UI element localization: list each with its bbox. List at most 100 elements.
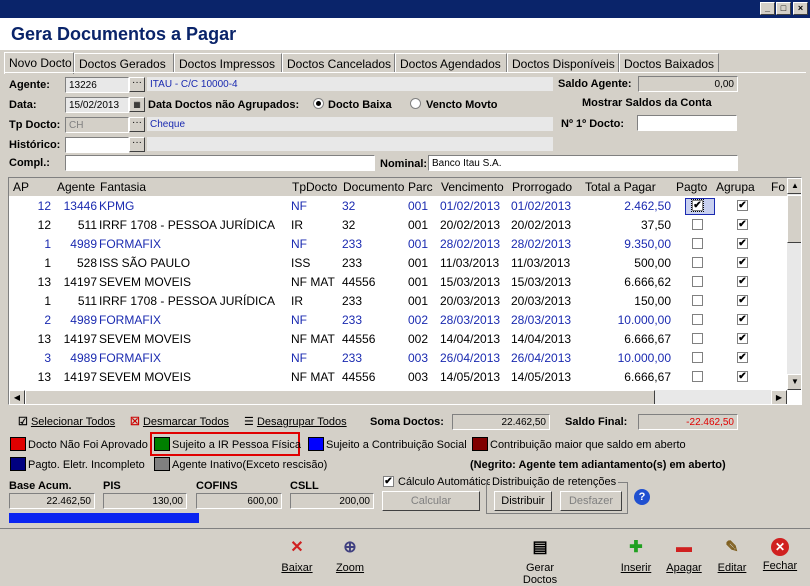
tab-doctos-gerados[interactable]: Doctos Gerados [74,53,174,73]
table-row[interactable]: 12 511 IRRF 1708 - PESSOA JURÍDICA IR 32 001 2… [9,216,787,235]
mostrar-saldos-link[interactable]: Mostrar Saldos da Conta [582,97,712,109]
desagrupar-todos-button[interactable]: ☰ Desagrupar Todos [244,415,347,428]
scroll-right-icon[interactable]: ▶ [771,390,787,404]
agrupa-checkbox[interactable]: ✔ [737,200,748,211]
document-icon: ▤ [532,539,548,556]
tpdocto-input[interactable]: CH [65,117,129,133]
distribuir-button[interactable]: Distribuir [494,491,552,511]
close-button[interactable]: × [793,2,808,15]
add-document-icon: ✚ [629,539,643,556]
col-ap[interactable]: AP [11,178,51,196]
col-vencimento[interactable]: Vencimento [439,178,509,196]
calendar-icon[interactable]: ▦ [129,97,145,112]
cell-ap: 1 [44,237,51,251]
agrupa-checkbox[interactable]: ✔ [737,219,748,230]
zoom-button[interactable]: ⊕ Zoom [330,538,370,574]
minimize-button[interactable]: _ [760,2,775,15]
pagto-checkbox[interactable] [692,314,703,325]
agente-lookup-button[interactable]: ··· [129,77,145,92]
table-row[interactable]: 13 14197 SEVEM MOVEIS NF MAT 44556 002 14/04/2… [9,330,787,349]
table-row[interactable]: 1 528 ISS SÃO PAULO ISS 233 001 11/03/2013 11/0… [9,254,787,273]
agrupa-checkbox[interactable]: ✔ [737,371,748,382]
agrupa-checkbox[interactable]: ✔ [737,333,748,344]
editar-button[interactable]: ✎ Editar [712,538,752,574]
grid-horizontal-scrollbar[interactable]: ◀ ▶ [9,390,787,404]
inserir-button[interactable]: ✚ Inserir [616,538,656,574]
documents-grid[interactable]: AP Agente Fantasia TpDocto Documento Par… [8,177,802,405]
tab-novo-docto[interactable]: Novo Docto [4,52,74,74]
primeiro-docto-input[interactable] [637,115,737,131]
scroll-down-icon[interactable]: ▼ [787,374,801,390]
historico-lookup-button[interactable]: ··· [129,137,145,152]
tab-doctos-disponiveis[interactable]: Doctos Disponíveis [507,53,619,73]
table-row[interactable]: 3 4989 FORMAFIX NF 233 003 26/04/2013 26/04/201… [9,349,787,368]
col-total[interactable]: Total a Pagar [583,178,675,196]
baixar-label: Baixar [281,562,313,574]
calcular-button[interactable]: Calcular [382,491,480,511]
tab-doctos-impressos[interactable]: Doctos Impressos [174,53,282,73]
calculo-automatico-checkbox[interactable]: ✔ [383,476,394,487]
baixar-button[interactable]: ✕ Baixar [277,538,317,574]
selecionar-todos-button[interactable]: ☑ Selecionar Todos [18,415,115,428]
saldo-agente-value: 0,00 [638,76,738,92]
scroll-left-icon[interactable]: ◀ [9,390,25,404]
col-pagto[interactable]: Pagto [674,178,710,196]
nominal-input[interactable]: Banco Itau S.A. [428,155,738,171]
base-label: Base Acum. [9,480,72,492]
radio-docto-baixa[interactable] [313,98,324,109]
help-icon[interactable]: ? [634,489,650,505]
agente-input[interactable]: 13226 [65,77,129,93]
table-row[interactable]: 1 511 IRRF 1708 - PESSOA JURÍDICA IR 233 001 2… [9,292,787,311]
table-row[interactable]: 1 4989 FORMAFIX NF 233 001 28/02/2013 28/02/201… [9,235,787,254]
cell-parc: 003 [408,370,429,384]
agrupa-checkbox[interactable]: ✔ [737,257,748,268]
hscroll-thumb[interactable] [25,390,655,404]
desmarcar-todos-button[interactable]: ☒ Desmarcar Todos [130,415,229,428]
agrupa-checkbox[interactable]: ✔ [737,352,748,363]
col-parc[interactable]: Parc [406,178,436,196]
agrupa-checkbox[interactable]: ✔ [737,295,748,306]
fechar-button[interactable]: ✕ Fechar [760,538,800,572]
table-row[interactable]: 12 13446 KPMG NF 32 001 01/02/2013 01/02/2013 2.… [9,197,787,216]
table-row[interactable]: 13 14197 SEVEM MOVEIS NF MAT 44556 003 14/05/2… [9,368,787,387]
col-agente[interactable]: Agente [55,178,99,196]
table-row[interactable]: 13 14197 SEVEM MOVEIS NF MAT 44556 001 15/03/2… [9,273,787,292]
tab-doctos-agendados[interactable]: Doctos Agendados [395,53,507,73]
grid-vertical-scrollbar[interactable]: ▲ ▼ [787,178,801,390]
desfazer-button[interactable]: Desfazer [560,491,622,511]
pagto-checkbox[interactable] [692,238,703,249]
col-tpdocto[interactable]: TpDocto [290,178,340,196]
gerar-doctos-button[interactable]: ▤ Gerar Doctos [520,538,560,586]
radio-vencto-movto[interactable] [410,98,421,109]
data-input[interactable]: 15/02/2013 [65,97,129,113]
scroll-thumb[interactable] [787,195,801,243]
pagto-checkbox[interactable] [692,219,703,230]
restore-button[interactable]: □ [776,2,791,15]
historico-input[interactable] [65,137,129,153]
cell-ap: 13 [37,370,51,384]
pagto-checkbox[interactable] [692,352,703,363]
agrupa-checkbox[interactable]: ✔ [737,238,748,249]
cell-ap: 12 [37,199,51,213]
col-documento[interactable]: Documento [341,178,407,196]
agrupa-checkbox[interactable]: ✔ [737,314,748,325]
scroll-up-icon[interactable]: ▲ [787,178,801,194]
agrupa-checkbox[interactable]: ✔ [737,276,748,287]
tpdocto-lookup-button[interactable]: ··· [129,117,145,132]
tab-doctos-cancelados[interactable]: Doctos Cancelados [282,53,395,73]
table-row[interactable]: 2 4989 FORMAFIX NF 233 002 28/03/2013 28/03/201… [9,311,787,330]
pagto-checkbox[interactable] [692,333,703,344]
col-prorrogado[interactable]: Prorrogado [510,178,582,196]
compl-input[interactable] [65,155,375,171]
col-agrupa[interactable]: Agrupa [714,178,764,196]
cell-venc: 11/03/2013 [440,256,500,270]
pagto-checkbox[interactable] [692,371,703,382]
pagto-checkbox[interactable] [692,276,703,287]
apagar-button[interactable]: ▬ Apagar [664,538,704,574]
col-fantasia[interactable]: Fantasia [98,178,288,196]
pagto-checkbox[interactable]: ✔ [691,199,704,212]
pagto-checkbox[interactable] [692,257,703,268]
tab-doctos-baixados[interactable]: Doctos Baixados [619,53,719,73]
col-fo[interactable]: Fo [769,178,789,196]
pagto-checkbox[interactable] [692,295,703,306]
